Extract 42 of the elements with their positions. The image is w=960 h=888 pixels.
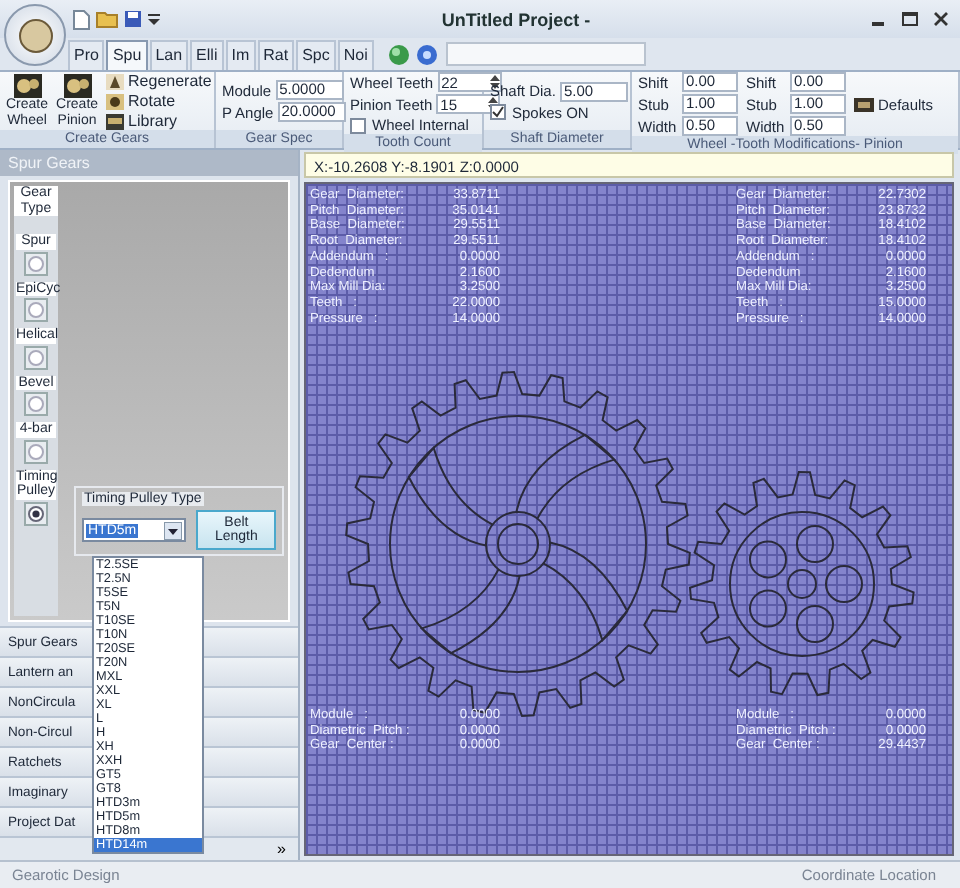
- radio-icon[interactable]: [28, 349, 44, 365]
- ribbon-tab[interactable]: Elli: [190, 40, 224, 70]
- caret-icon[interactable]: [148, 13, 160, 25]
- checkbox[interactable]: [490, 104, 506, 120]
- toolbar-button[interactable]: Rotate: [106, 92, 212, 110]
- check-icon: [492, 106, 504, 118]
- ribbon-tab[interactable]: Lan: [149, 40, 189, 70]
- ribbon-tab[interactable]: Rat: [257, 40, 295, 70]
- maximize-icon[interactable]: [902, 12, 918, 26]
- ribbon-tab[interactable]: Spu: [106, 40, 148, 70]
- toolbar-button[interactable]: Regenerate: [106, 72, 212, 90]
- book-icon: [106, 113, 125, 129]
- window-title: UnTitled Project -: [439, 9, 593, 29]
- globe-icon[interactable]: [387, 44, 410, 66]
- app-menu-button[interactable]: [4, 4, 66, 66]
- close-icon[interactable]: [934, 12, 948, 26]
- toolbar-button[interactable]: Library: [106, 112, 212, 130]
- ribbon-tab[interactable]: Noi: [337, 40, 374, 70]
- gear-icon: [17, 17, 53, 53]
- save-icon[interactable]: [124, 10, 142, 28]
- radio-icon[interactable]: [28, 255, 44, 271]
- radio-icon[interactable]: [28, 505, 44, 521]
- checkbox[interactable]: [350, 117, 366, 133]
- regenerate-icon: [106, 73, 125, 89]
- rotate-icon: [106, 93, 125, 109]
- folder-icon[interactable]: [96, 10, 118, 28]
- panel-header: Spur Gears: [0, 150, 298, 176]
- help-icon[interactable]: [415, 44, 438, 66]
- book-icon: [854, 97, 874, 111]
- ribbon-tab[interactable]: Spc: [296, 40, 336, 70]
- gears-icon: [13, 74, 41, 98]
- dropdown-arrow-icon[interactable]: [164, 521, 183, 539]
- radio-icon[interactable]: [28, 443, 44, 459]
- radio-icon[interactable]: [28, 302, 44, 318]
- ribbon-tab[interactable]: Im: [225, 40, 256, 70]
- more-button[interactable]: »: [277, 838, 286, 860]
- input-field[interactable]: [445, 42, 646, 66]
- gears-icon: [63, 74, 92, 98]
- radio-icon[interactable]: [28, 396, 44, 412]
- ribbon-tab[interactable]: Pro: [68, 40, 105, 70]
- new-file-icon[interactable]: [72, 9, 90, 29]
- spinner-arrows-icon[interactable]: [488, 96, 499, 112]
